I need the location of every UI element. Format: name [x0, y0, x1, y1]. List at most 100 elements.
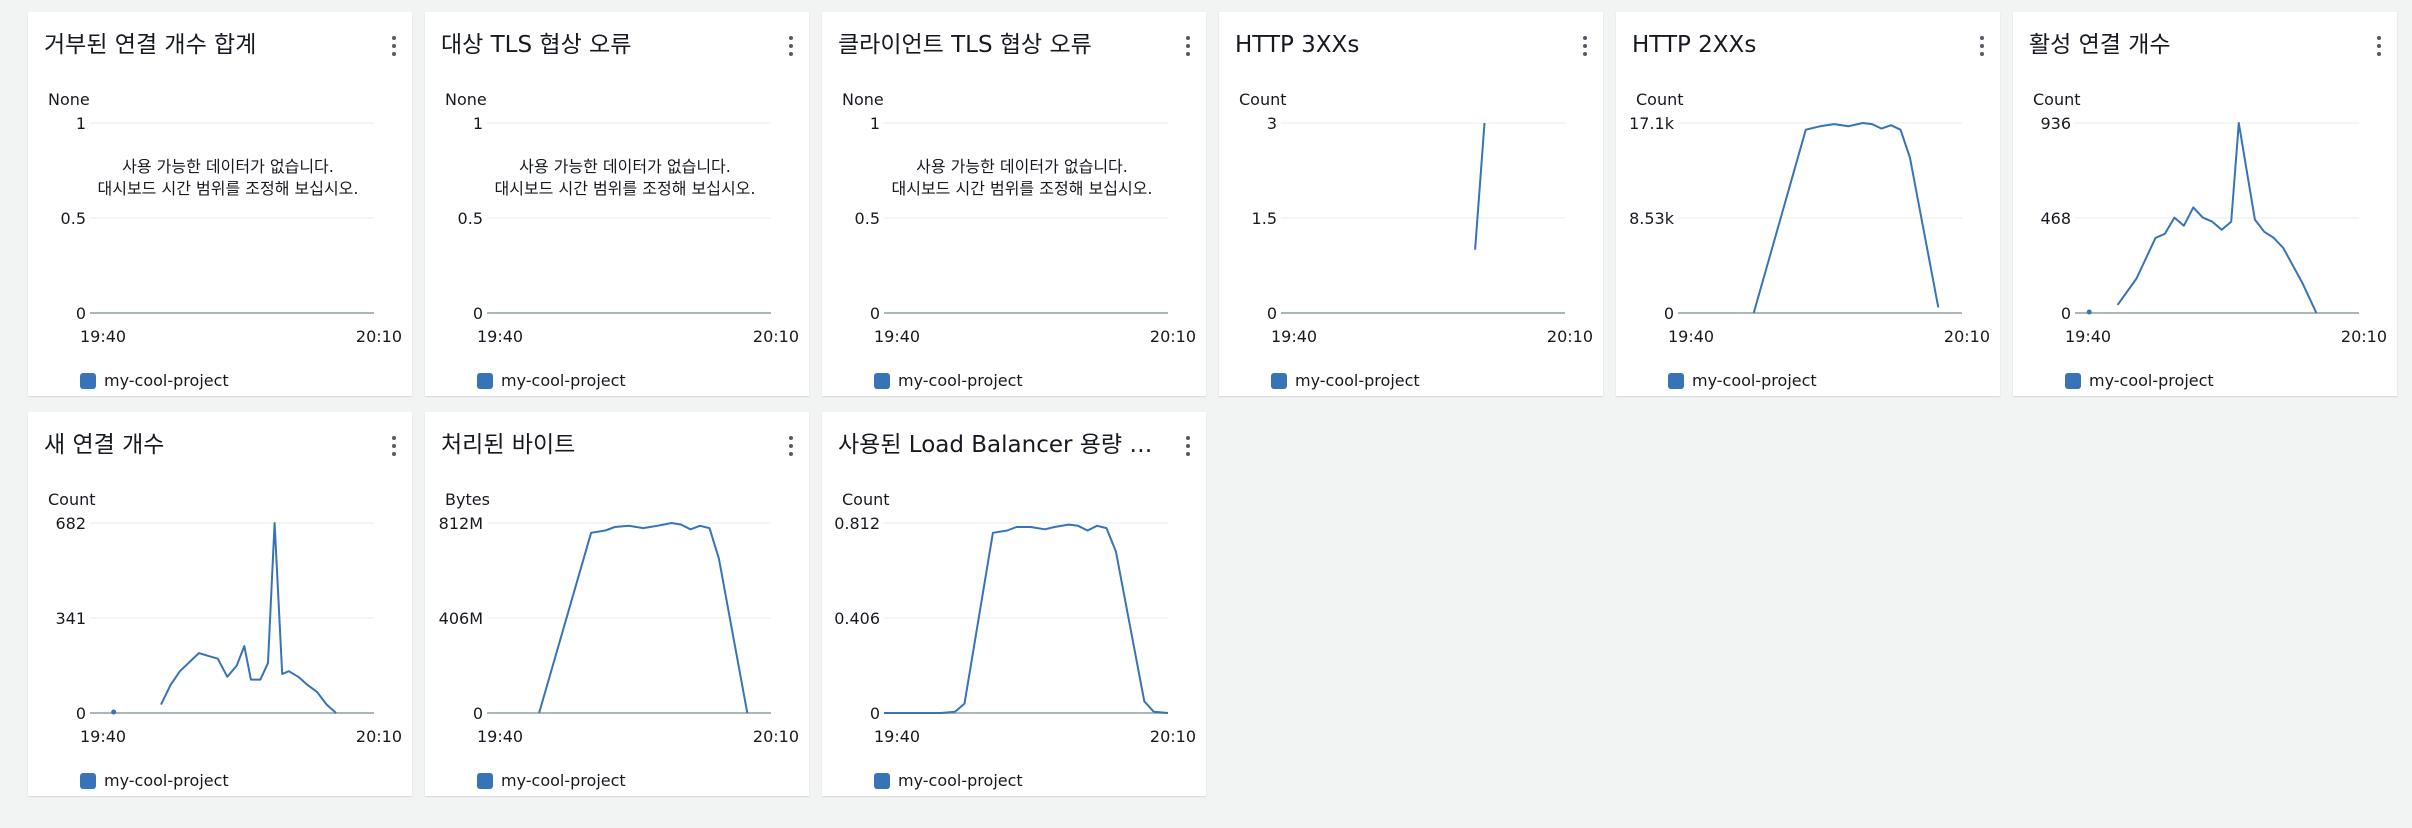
legend-label: my-cool-project	[104, 371, 229, 390]
legend-swatch	[2065, 372, 2081, 389]
y-tick-label: 0.5	[855, 209, 880, 228]
widget-panel: 대상 TLS 협상 오류 None 1 0.5 0 19:40 20:10 사용 가능한 데이…	[425, 12, 809, 396]
no-data-hint: 대시보드 시간 범위를 조정해 보십시오.	[97, 179, 359, 198]
legend-item[interactable]: my-cool-project	[1668, 371, 1817, 390]
widget-panel: 새 연결 개수 Count 682 341 0 19:40 20:10 my-cool-pro…	[28, 412, 412, 796]
legend-label: my-cool-project	[898, 771, 1023, 790]
y-tick-label: 3	[1267, 114, 1277, 133]
no-data-message: 사용 가능한 데이터가 없습니다. 대시보드 시간 범위를 조정해 보십시오.	[882, 156, 1162, 200]
legend-label: my-cool-project	[898, 371, 1023, 390]
x-tick-label-end: 20:10	[753, 727, 799, 746]
legend-item[interactable]: my-cool-project	[1271, 371, 1420, 390]
legend-swatch	[874, 772, 890, 789]
x-tick-label-end: 20:10	[1547, 327, 1593, 346]
y-tick-label: 17.1k	[1629, 114, 1675, 133]
x-tick-label-end: 20:10	[2341, 327, 2387, 346]
y-tick-label: 0.406	[834, 609, 880, 628]
legend-item[interactable]: my-cool-project	[80, 371, 229, 390]
y-tick-label: 0.5	[458, 209, 483, 228]
legend-item[interactable]: my-cool-project	[477, 771, 626, 790]
legend-swatch	[1271, 372, 1287, 389]
y-tick-label: 682	[55, 514, 86, 533]
legend-item[interactable]: my-cool-project	[874, 371, 1023, 390]
y-tick-label: 1	[473, 114, 483, 133]
no-data-message: 사용 가능한 데이터가 없습니다. 대시보드 시간 범위를 조정해 보십시오.	[485, 156, 765, 200]
line-chart: 812M 406M 0 19:40 20:10	[439, 514, 799, 746]
y-tick-label: 0	[76, 704, 86, 723]
x-tick-label-start: 19:40	[477, 727, 523, 746]
y-tick-label: 0	[76, 304, 86, 323]
x-tick-label-start: 19:40	[874, 327, 920, 346]
x-tick-label-end: 20:10	[1150, 327, 1196, 346]
x-tick-label-end: 20:10	[1944, 327, 1990, 346]
y-tick-label: 406M	[439, 609, 483, 628]
legend-label: my-cool-project	[1692, 371, 1817, 390]
y-tick-label: 1	[76, 114, 86, 133]
y-tick-label: 0	[870, 304, 880, 323]
x-tick-label-start: 19:40	[1271, 327, 1317, 346]
x-tick-label-end: 20:10	[753, 327, 799, 346]
no-data-hint: 대시보드 시간 범위를 조정해 보십시오.	[891, 179, 1153, 198]
y-tick-label: 936	[2040, 114, 2071, 133]
series-line	[884, 523, 1169, 714]
data-point	[111, 709, 117, 715]
widget-panel: HTTP 3XXs Count 3 1.5 0 19:40 20:10 my-cool-pro…	[1219, 12, 1603, 396]
x-tick-label-start: 19:40	[1668, 327, 1714, 346]
widget-panel: 클라이언트 TLS 협상 오류 None 1 0.5 0 19:40 20:10 사용 가능한…	[822, 12, 1206, 396]
y-tick-label: 0	[2061, 304, 2071, 323]
legend-item[interactable]: my-cool-project	[477, 371, 626, 390]
y-tick-label: 1	[870, 114, 880, 133]
widget-panel: 사용된 Load Balancer 용량 단위 Count 0.812 0.406 0 1…	[822, 412, 1206, 796]
widget-panel: 처리된 바이트 Bytes 812M 406M 0 19:40 20:10 my-cool-p…	[425, 412, 809, 796]
y-tick-label: 0	[473, 304, 483, 323]
y-tick-label: 468	[2040, 209, 2071, 228]
legend-label: my-cool-project	[501, 771, 626, 790]
x-tick-label-end: 20:10	[356, 727, 402, 746]
x-tick-label-start: 19:40	[477, 327, 523, 346]
legend-label: my-cool-project	[2089, 371, 2214, 390]
x-tick-label-start: 19:40	[80, 327, 126, 346]
line-chart: 936 468 0 19:40 20:10	[2040, 114, 2387, 346]
series-line	[1474, 122, 1486, 250]
line-chart: 3 1.5 0 19:40 20:10	[1252, 114, 1593, 346]
y-tick-label: 8.53k	[1629, 209, 1675, 228]
x-tick-label-start: 19:40	[874, 727, 920, 746]
legend-label: my-cool-project	[104, 771, 229, 790]
widget-panel: 거부된 연결 개수 합계 None 1 0.5 0 19:40 20:10 사용 가능한 데이…	[28, 12, 412, 396]
legend-label: my-cool-project	[1295, 371, 1420, 390]
widget-panel: 활성 연결 개수 Count 936 468 0 19:40 20:10 my-cool-pr…	[2013, 12, 2397, 396]
y-tick-label: 812M	[439, 514, 483, 533]
legend-swatch	[1668, 372, 1684, 389]
line-chart: 0.812 0.406 0 19:40 20:10	[834, 514, 1196, 746]
no-data-line: 사용 가능한 데이터가 없습니다.	[519, 157, 731, 176]
no-data-hint: 대시보드 시간 범위를 조정해 보십시오.	[494, 179, 756, 198]
legend-swatch	[80, 772, 96, 789]
legend-item[interactable]: my-cool-project	[80, 771, 229, 790]
y-tick-label: 0	[473, 704, 483, 723]
legend-item[interactable]: my-cool-project	[874, 771, 1023, 790]
no-data-message: 사용 가능한 데이터가 없습니다. 대시보드 시간 범위를 조정해 보십시오.	[88, 156, 368, 200]
legend-swatch	[80, 372, 96, 389]
no-data-line: 사용 가능한 데이터가 없습니다.	[916, 157, 1128, 176]
y-tick-label: 0.812	[834, 514, 880, 533]
legend-swatch	[874, 372, 890, 389]
x-tick-label-end: 20:10	[1150, 727, 1196, 746]
line-chart: 682 341 0 19:40 20:10	[55, 514, 402, 746]
no-data-line: 사용 가능한 데이터가 없습니다.	[122, 157, 334, 176]
legend-label: my-cool-project	[501, 371, 626, 390]
x-tick-label-end: 20:10	[356, 327, 402, 346]
data-point	[2086, 309, 2092, 315]
y-tick-label: 0.5	[61, 209, 86, 228]
y-tick-label: 1.5	[1252, 209, 1277, 228]
legend-item[interactable]: my-cool-project	[2065, 371, 2214, 390]
y-tick-label: 0	[1664, 304, 1674, 323]
widget-panel: HTTP 2XXs Count 17.1k 8.53k 0 19:40 20:10 my-co…	[1616, 12, 2000, 396]
y-tick-label: 341	[55, 609, 86, 628]
legend-swatch	[477, 772, 493, 789]
y-tick-label: 0	[1267, 304, 1277, 323]
line-chart: 17.1k 8.53k 0 19:40 20:10	[1629, 114, 1990, 346]
x-tick-label-start: 19:40	[2065, 327, 2111, 346]
y-tick-label: 0	[870, 704, 880, 723]
legend-swatch	[477, 372, 493, 389]
x-tick-label-start: 19:40	[80, 727, 126, 746]
